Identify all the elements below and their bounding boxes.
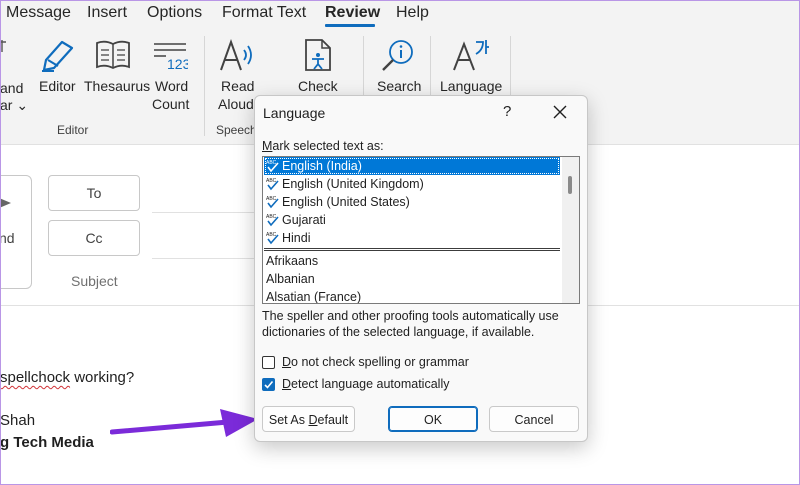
search-info-icon xyxy=(382,40,413,71)
send-label: nd xyxy=(0,230,15,246)
annotation-arrow xyxy=(110,409,258,437)
cc-button[interactable]: Cc xyxy=(48,220,140,256)
spellcheck-abc-icon: ABC xyxy=(266,160,279,173)
word-count-icon: 123 xyxy=(154,43,188,72)
svg-text:ABC: ABC xyxy=(266,214,277,220)
spellcheck-abc-icon: ABC xyxy=(266,178,279,191)
language-dialog: Language ? Mark selected text as: ABC Eng… xyxy=(254,95,588,442)
word-count-label-1: Word xyxy=(155,78,189,94)
tab-review[interactable]: Review xyxy=(325,4,380,22)
tab-insert[interactable]: Insert xyxy=(87,4,127,22)
search-label: Search xyxy=(377,78,422,94)
checkbox-label: Detect language automatically xyxy=(282,377,450,391)
spellcheck-abc-icon: ABC xyxy=(266,196,279,209)
svg-text:123: 123 xyxy=(167,56,188,72)
cc-label: Cc xyxy=(85,230,103,246)
group-label-editor: Editor xyxy=(57,123,89,137)
listbox-scrollbar[interactable] xyxy=(562,157,579,303)
word-count-label-2: Count xyxy=(152,96,190,112)
body-text: working? xyxy=(70,369,135,386)
checkbox-box-checked[interactable] xyxy=(262,378,275,391)
spelling-label-1: and xyxy=(0,80,24,96)
subject-label: Subject xyxy=(71,273,118,289)
listbox-separator xyxy=(264,248,560,251)
signature-org: g Tech Media xyxy=(0,434,94,451)
checkmark-icon xyxy=(264,380,274,389)
language-option-label: Gujarati xyxy=(282,213,326,227)
language-option-label: Hindi xyxy=(282,231,311,245)
book-icon xyxy=(96,40,130,70)
language-icon xyxy=(453,40,489,71)
checkbox-label: Do not check spelling or grammar xyxy=(282,355,469,369)
spellcheck-abc-icon: ABC xyxy=(266,214,279,227)
signature-name: Shah xyxy=(0,412,36,429)
language-option[interactable]: ABC English (United Kingdom) xyxy=(264,175,560,193)
cc-field-line xyxy=(152,258,262,259)
svg-text:ABC: ABC xyxy=(266,160,277,166)
editor-pen-icon xyxy=(42,40,74,72)
misspelled-word[interactable]: spellchock xyxy=(0,369,70,386)
language-option[interactable]: ABC English (India) xyxy=(264,157,560,175)
language-option-label: English (India) xyxy=(282,159,362,173)
ribbon-tab-bar: Message Insert Options Format Text Revie… xyxy=(0,0,800,30)
to-label: To xyxy=(86,185,102,201)
svg-text:ABC: ABC xyxy=(266,178,277,184)
checkbox-box[interactable] xyxy=(262,356,275,369)
language-listbox[interactable]: ABC English (India) ABC English (United Kin… xyxy=(262,156,580,304)
dialog-title: Language xyxy=(263,105,326,121)
language-option-label: Albanian xyxy=(266,272,315,286)
tab-help[interactable]: Help xyxy=(396,4,429,22)
dialog-help-button[interactable]: ? xyxy=(503,103,511,120)
accessibility-check-icon xyxy=(305,39,331,71)
language-option[interactable]: ABC Gujarati xyxy=(264,211,560,229)
group-label-speech: Speech xyxy=(216,123,257,137)
set-as-default-button[interactable]: Set As Default xyxy=(262,406,355,432)
language-option-label: English (United States) xyxy=(282,195,410,209)
check-label: Check xyxy=(298,78,338,94)
proofing-note: The speller and other proofing tools aut… xyxy=(262,309,559,339)
language-option[interactable]: Albanian xyxy=(264,270,560,288)
to-field-line xyxy=(152,212,262,213)
mark-selected-label: Mark selected text as: xyxy=(262,139,384,153)
email-body-line[interactable]: spellchock working? xyxy=(0,369,134,386)
editor-label: Editor xyxy=(39,78,76,94)
read-aloud-label-2: Aloud xyxy=(218,96,254,112)
language-option-label: Alsatian (France) xyxy=(266,290,362,304)
language-label: Language xyxy=(440,78,503,94)
language-option[interactable]: ABC English (United States) xyxy=(264,193,560,211)
tab-message[interactable]: Message xyxy=(6,4,71,22)
thesaurus-label: Thesaurus xyxy=(84,78,151,94)
language-option[interactable]: ABC Hindi xyxy=(264,229,560,247)
scrollbar-thumb[interactable] xyxy=(568,176,572,194)
cancel-button[interactable]: Cancel xyxy=(489,406,579,432)
send-button[interactable]: nd xyxy=(0,175,32,289)
language-option[interactable]: Afrikaans xyxy=(264,252,560,270)
read-aloud-label-1: Read xyxy=(221,78,255,94)
read-aloud-icon xyxy=(220,39,252,71)
send-icon xyxy=(0,198,11,208)
spellcheck-abc-icon: ABC xyxy=(266,232,279,245)
close-icon[interactable] xyxy=(551,103,569,121)
language-option-label: Afrikaans xyxy=(266,254,319,268)
tab-options[interactable]: Options xyxy=(147,4,202,22)
spelling-icon xyxy=(0,40,6,52)
svg-text:ABC: ABC xyxy=(266,196,277,202)
language-option-label: English (United Kingdom) xyxy=(282,177,424,191)
svg-text:ABC: ABC xyxy=(266,232,277,238)
active-tab-indicator xyxy=(325,24,375,27)
ok-button[interactable]: OK xyxy=(388,406,478,432)
language-option[interactable]: Alsatian (France) xyxy=(264,288,560,304)
spelling-label-2: ar ⌄ xyxy=(0,97,29,113)
to-button[interactable]: To xyxy=(48,175,140,211)
tab-format-text[interactable]: Format Text xyxy=(222,4,306,22)
group-separator xyxy=(204,36,205,136)
